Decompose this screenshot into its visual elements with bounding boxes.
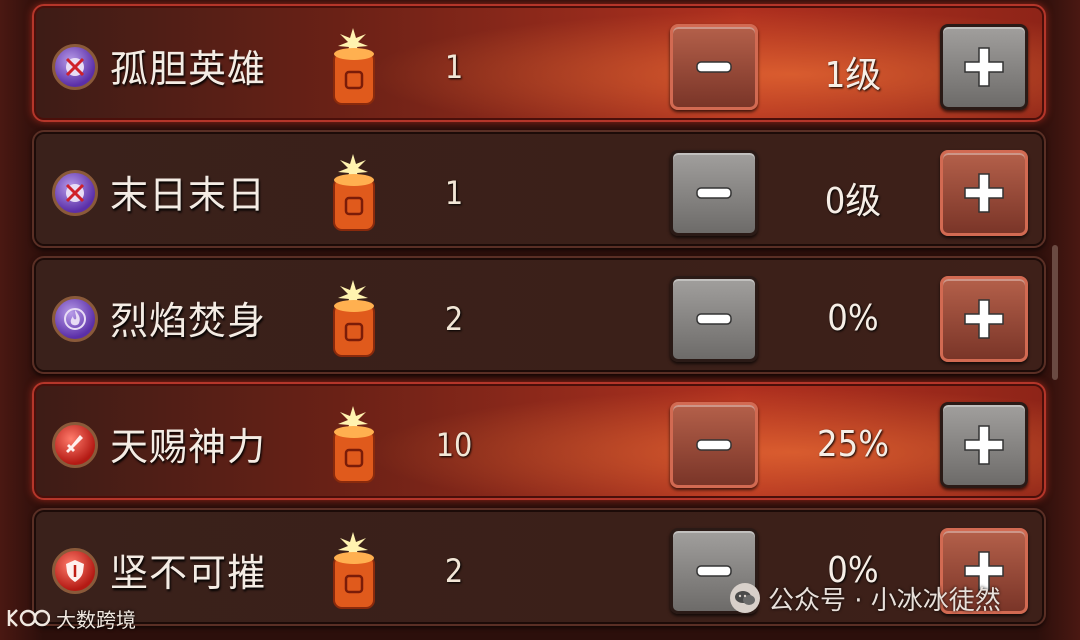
watermark-right-text: 公众号 · 小冰冰徒然 — [768, 585, 1001, 616]
plus-icon — [964, 425, 1004, 465]
skill-row-lone-hero: 孤胆英雄 1 1级 — [32, 4, 1046, 122]
scrollbar[interactable] — [1052, 245, 1058, 380]
skill-cost: 10 — [435, 426, 473, 464]
flame-icon — [52, 296, 98, 342]
decrease-button[interactable] — [670, 150, 758, 236]
skill-level: 1级 — [824, 55, 882, 96]
skill-row-doomsday: 末日末日 1 0级 — [32, 130, 1046, 248]
minus-icon — [696, 439, 732, 451]
firecracker-icon — [333, 280, 375, 357]
decrease-button[interactable] — [670, 276, 758, 362]
decrease-button[interactable] — [670, 402, 758, 488]
decrease-button[interactable] — [670, 24, 758, 110]
skill-panel: 孤胆英雄 1 1级 末日末日 1 0级 烈焰焚身 2 0% 天赐神力 10 25… — [0, 0, 1080, 640]
sword-icon — [52, 422, 98, 468]
minus-icon — [696, 313, 732, 325]
skill-row-divine-power: 天赐神力 10 25% — [32, 382, 1046, 500]
increase-button[interactable] — [940, 150, 1028, 236]
skill-level: 0% — [827, 298, 879, 339]
minus-icon — [696, 187, 732, 199]
skill-cost: 2 — [444, 552, 464, 590]
skill-name: 末日末日 — [110, 173, 267, 217]
watermark-left-text: 大数跨境 — [56, 607, 136, 632]
firecracker-icon — [333, 532, 375, 609]
skill-cost: 2 — [444, 300, 464, 338]
firecracker-icon — [333, 406, 375, 483]
skill-row-flame: 烈焰焚身 2 0% — [32, 256, 1046, 374]
skill-level: 0级 — [824, 181, 882, 222]
brand-logo-icon — [7, 609, 50, 627]
skill-name: 坚不可摧 — [110, 551, 267, 595]
minus-icon — [696, 61, 732, 73]
skill-name: 烈焰焚身 — [110, 299, 267, 343]
firecracker-icon — [333, 28, 375, 105]
watermark-right: 公众号 · 小冰冰徒然 — [730, 578, 1001, 618]
watermark-left: 大数跨境 — [6, 603, 136, 633]
shield-icon — [52, 548, 98, 594]
plus-icon — [964, 299, 1004, 339]
skill-cost: 1 — [444, 48, 464, 86]
plus-icon — [964, 47, 1004, 87]
skill-cost: 1 — [444, 174, 464, 212]
increase-button[interactable] — [940, 276, 1028, 362]
wechat-icon — [730, 583, 760, 613]
increase-button[interactable] — [940, 24, 1028, 110]
skill-name: 天赐神力 — [110, 425, 267, 469]
skill-level: 25% — [817, 424, 889, 465]
increase-button[interactable] — [940, 402, 1028, 488]
lone-hero-icon — [52, 44, 98, 90]
plus-icon — [964, 173, 1004, 213]
doomsday-icon — [52, 170, 98, 216]
firecracker-icon — [333, 154, 375, 231]
skill-name: 孤胆英雄 — [110, 47, 267, 91]
